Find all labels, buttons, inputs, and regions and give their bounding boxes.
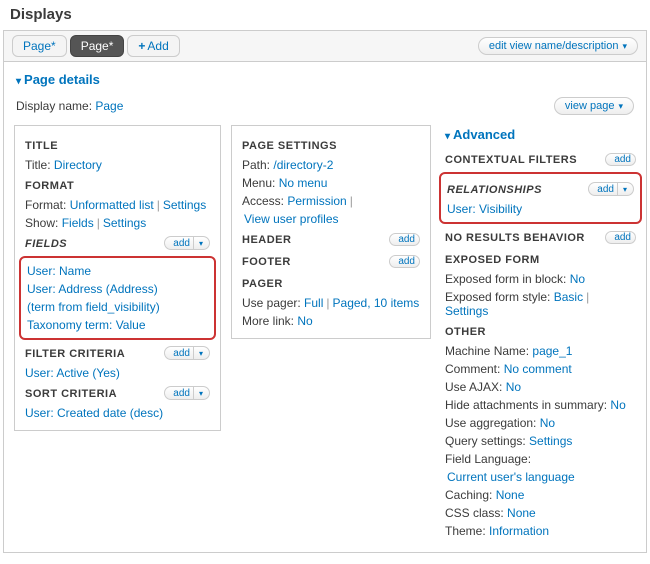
pager-value-link[interactable]: Full xyxy=(304,296,323,310)
chevron-down-icon xyxy=(197,348,205,359)
tab-page-1[interactable]: Page* xyxy=(12,35,67,57)
nrb-add-button[interactable]: add xyxy=(605,231,636,244)
field-user-name[interactable]: User: Name xyxy=(27,264,91,278)
chevron-down-icon xyxy=(618,100,623,112)
column-1: TITLE Title: Directory FORMAT Format: Un… xyxy=(14,125,221,431)
advanced-toggle[interactable]: Advanced xyxy=(445,125,636,148)
access-link[interactable]: Permission xyxy=(287,194,346,208)
hide-link[interactable]: No xyxy=(610,398,625,412)
footer-add-button[interactable]: add xyxy=(389,255,420,268)
displays-header: Displays xyxy=(0,0,650,27)
rel-add-button[interactable]: add xyxy=(588,182,634,196)
sort-heading: SORT CRITERIA xyxy=(25,388,117,400)
fields-add-button[interactable]: add xyxy=(164,236,210,250)
format-heading: FORMAT xyxy=(25,180,210,192)
chevron-down-icon xyxy=(445,127,450,142)
field-term-visibility[interactable]: (term from field_visibility) xyxy=(27,300,160,314)
tab-add[interactable]: +Add xyxy=(127,35,179,57)
footer-heading: FOOTER xyxy=(242,256,291,268)
machine-name-link[interactable]: page_1 xyxy=(532,344,572,358)
field-lang-link[interactable]: Current user's language xyxy=(447,470,575,484)
display-name: Display name: Page xyxy=(16,99,123,113)
chevron-down-icon xyxy=(197,388,205,399)
caching-link[interactable]: None xyxy=(496,488,525,502)
column-2: PAGE SETTINGS Path: /directory-2 Menu: N… xyxy=(231,125,431,339)
format-settings-link[interactable]: Settings xyxy=(163,198,206,212)
format-value-link[interactable]: Unformatted list xyxy=(70,198,154,212)
ef-block-link[interactable]: No xyxy=(570,272,585,286)
access-sub-link[interactable]: View user profiles xyxy=(244,212,339,226)
view-page-button[interactable]: view page xyxy=(554,97,634,115)
chevron-down-icon xyxy=(16,72,21,87)
css-class-link[interactable]: None xyxy=(507,506,536,520)
pager-heading: PAGER xyxy=(242,278,420,290)
edit-view-name-button[interactable]: edit view name/description xyxy=(478,37,638,55)
display-name-link[interactable]: Page xyxy=(95,99,123,113)
fields-heading: FIELDS xyxy=(25,238,67,250)
page-settings-heading: PAGE SETTINGS xyxy=(242,140,420,152)
exposed-form-heading: EXPOSED FORM xyxy=(445,254,636,266)
sort-created-date[interactable]: User: Created date (desc) xyxy=(25,406,163,420)
header-add-button[interactable]: add xyxy=(389,233,420,246)
more-link[interactable]: No xyxy=(297,314,312,328)
filter-user-active[interactable]: User: Active (Yes) xyxy=(25,366,120,380)
chevron-down-icon xyxy=(621,184,629,195)
title-heading: TITLE xyxy=(25,140,210,152)
tab-page-2-active[interactable]: Page* xyxy=(70,35,125,57)
other-heading: OTHER xyxy=(445,326,636,338)
sort-add-button[interactable]: add xyxy=(164,386,210,400)
relationships-highlighted-box: RELATIONSHIPS add User: Visibility xyxy=(439,172,642,224)
show-value-link[interactable]: Fields xyxy=(62,216,94,230)
fields-highlighted-box: User: Name User: Address (Address) (term… xyxy=(19,256,216,340)
contextual-filters-heading: CONTEXTUAL FILTERS xyxy=(445,154,577,166)
chevron-down-icon xyxy=(622,40,627,52)
ef-style-link[interactable]: Basic xyxy=(554,290,583,304)
column-3: Advanced CONTEXTUAL FILTERS add RELATIONS… xyxy=(441,125,636,540)
ajax-link[interactable]: No xyxy=(506,380,521,394)
menu-link[interactable]: No menu xyxy=(279,176,328,190)
no-results-heading: NO RESULTS BEHAVIOR xyxy=(445,232,585,244)
pager-items-link[interactable]: Paged, 10 items xyxy=(333,296,420,310)
comment-link[interactable]: No comment xyxy=(504,362,572,376)
field-taxonomy-value[interactable]: Taxonomy term: Value xyxy=(27,318,146,332)
display-tabs-bar: Page* Page* +Add edit view name/descript… xyxy=(4,31,646,62)
chevron-down-icon xyxy=(197,238,205,249)
path-link[interactable]: /directory-2 xyxy=(273,158,333,172)
page-details-toggle[interactable]: Page details xyxy=(4,62,646,93)
theme-link[interactable]: Information xyxy=(489,524,549,538)
cf-add-button[interactable]: add xyxy=(605,153,636,166)
field-user-address[interactable]: User: Address (Address) xyxy=(27,282,158,296)
plus-icon: + xyxy=(138,39,145,53)
aggregation-link[interactable]: No xyxy=(540,416,555,430)
show-settings-link[interactable]: Settings xyxy=(103,216,146,230)
header-heading: HEADER xyxy=(242,234,291,246)
filter-add-button[interactable]: add xyxy=(164,346,210,360)
title-link[interactable]: Directory xyxy=(54,158,102,172)
filter-heading: FILTER CRITERIA xyxy=(25,348,125,360)
rel-user-visibility[interactable]: User: Visibility xyxy=(447,202,522,216)
query-settings-link[interactable]: Settings xyxy=(529,434,572,448)
relationships-heading: RELATIONSHIPS xyxy=(447,184,542,196)
ef-settings-link[interactable]: Settings xyxy=(445,304,488,318)
